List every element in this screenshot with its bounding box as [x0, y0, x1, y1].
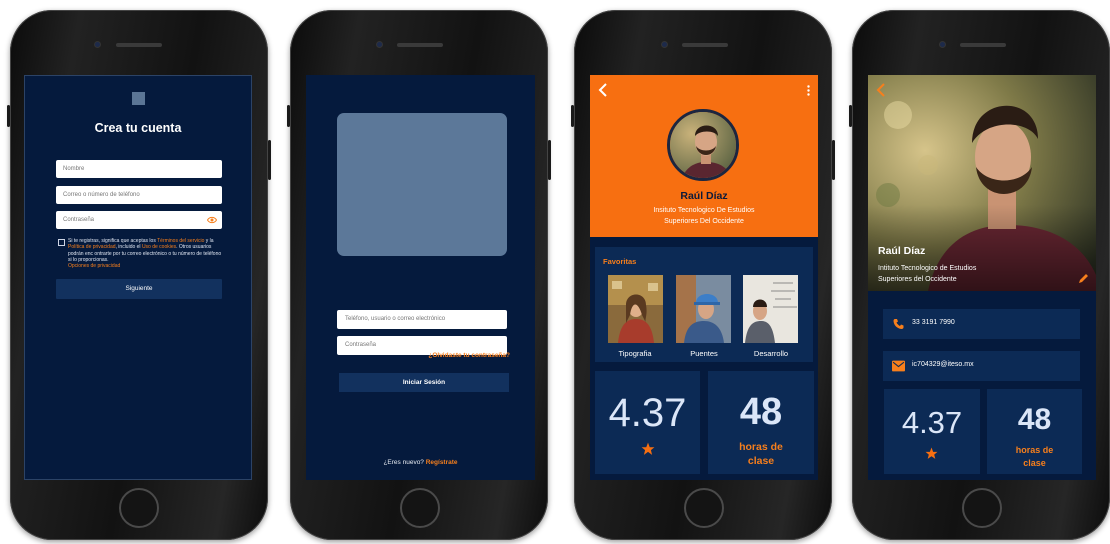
- favorite-label-puentes: Puentes: [690, 349, 718, 358]
- terms-text-3: , incluido el: [115, 244, 142, 251]
- profile-header: Raúl Díaz Insituto Tecnologico De Estudi…: [590, 75, 818, 237]
- mail-icon: [892, 360, 905, 372]
- more-options-icon[interactable]: [807, 85, 810, 96]
- profile-screen: Raúl Díaz Insituto Tecnologico De Estudi…: [590, 75, 818, 480]
- favorite-image-desarrollo[interactable]: [743, 275, 798, 343]
- hours-value: 48: [1017, 403, 1052, 436]
- new-user-text: ¿Eres nuevo?: [383, 459, 426, 466]
- favorites-title: Favoritas: [603, 257, 637, 266]
- user-input[interactable]: Teléfono, usuario o correo electrónico: [337, 310, 507, 329]
- front-camera: [94, 41, 101, 48]
- phone-number: 33 3191 7990: [912, 319, 955, 326]
- pencil-icon[interactable]: [1078, 272, 1090, 284]
- speaker-grille: [682, 43, 728, 47]
- front-camera: [939, 41, 946, 48]
- page-title: Crea tu cuenta: [94, 121, 182, 135]
- cookies-link[interactable]: Uso de cookies: [142, 244, 176, 250]
- privacy-options-link[interactable]: Opciones de privacidad: [68, 263, 120, 269]
- institute-line-2: Superiores del Occidente: [878, 275, 957, 283]
- login-screen: Teléfono, usuario o correo electrónico C…: [306, 75, 535, 480]
- rating-value: 4.37: [608, 391, 687, 435]
- login-button[interactable]: Iniciar Sesión: [339, 373, 509, 392]
- back-arrow-icon[interactable]: [598, 83, 608, 97]
- contact-input[interactable]: Correo o número de teléfono: [56, 186, 222, 204]
- phone-icon: [893, 319, 904, 329]
- hours-label: horas de clase: [987, 444, 1082, 470]
- hours-value: 48: [739, 391, 783, 433]
- image-placeholder: [337, 113, 507, 256]
- favorite-image-tipografia[interactable]: [608, 275, 663, 343]
- back-arrow-icon[interactable]: [876, 83, 886, 97]
- hours-label-line-2: clase: [1023, 458, 1046, 468]
- favorite-label-tipografia: Tipografia: [618, 349, 652, 358]
- home-button[interactable]: [684, 488, 724, 528]
- phone-profile-detail: Raúl Díaz Intituto Tecnologico de Estudi…: [849, 10, 1110, 540]
- password-placeholder: Contraseña: [63, 217, 95, 223]
- register-link[interactable]: Regístrate: [426, 459, 458, 466]
- institute-line-1: Intituto Tecnologico de Estudios: [878, 265, 977, 272]
- email-contact-card[interactable]: ic704329@iteso.mx: [883, 351, 1080, 381]
- email-address: ic704329@iteso.mx: [912, 361, 974, 368]
- hours-label-line-1: horas de: [1015, 445, 1054, 455]
- privacy-policy-link[interactable]: Política de privacidad: [68, 244, 116, 250]
- terms-checkbox[interactable]: [58, 239, 65, 246]
- phone-login: Teléfono, usuario o correo electrónico C…: [287, 10, 551, 540]
- speaker-grille: [960, 43, 1006, 47]
- hours-label: horas de clase: [708, 440, 814, 468]
- detail-screen: Raúl Díaz Intituto Tecnologico de Estudi…: [868, 75, 1096, 480]
- phone-register: Crea tu cuenta Nombre Correo o número de…: [7, 10, 271, 540]
- password-placeholder: Contraseña: [345, 342, 377, 348]
- next-button[interactable]: Siguiente: [56, 279, 222, 299]
- forgot-password-link[interactable]: ¿Olvidaste tu contraseña?: [428, 352, 510, 359]
- profile-avatar: [667, 109, 739, 181]
- profile-name: Raúl Díaz: [680, 190, 728, 202]
- app-logo: [132, 92, 145, 105]
- rating-card: 4.37: [884, 389, 980, 474]
- home-button[interactable]: [119, 488, 159, 528]
- name-placeholder: Nombre: [63, 166, 85, 172]
- hours-label-line-2: clase: [747, 455, 775, 467]
- home-button[interactable]: [962, 488, 1002, 528]
- terms-text-1: Si te registras, significa que aceptas l…: [68, 238, 158, 244]
- speaker-grille: [116, 43, 162, 47]
- hours-card: 48 horas de clase: [708, 371, 814, 474]
- home-button[interactable]: [400, 488, 440, 528]
- profile-name: Raúl Díaz: [878, 245, 926, 257]
- hours-card: 48 horas de clase: [987, 389, 1082, 474]
- favorites-panel: Favoritas Tipografia Puentes Desarrollo: [595, 247, 813, 362]
- front-camera: [661, 41, 668, 48]
- phone-profile: Raúl Díaz Insituto Tecnologico De Estudi…: [571, 10, 835, 540]
- eye-icon[interactable]: [207, 215, 217, 225]
- favorite-image-puentes[interactable]: [676, 275, 731, 343]
- register-screen: Crea tu cuenta Nombre Correo o número de…: [24, 75, 252, 480]
- favorite-label-desarrollo: Desarrollo: [753, 349, 789, 358]
- profile-institute: Insituto Tecnologico De Estudios Superio…: [590, 206, 818, 227]
- user-placeholder: Teléfono, usuario o correo electrónico: [345, 316, 446, 322]
- rating-value: 4.37: [901, 405, 963, 440]
- contact-placeholder: Correo o número de teléfono: [63, 192, 140, 198]
- terms-text: Si te registras, significa que aceptas l…: [68, 238, 224, 269]
- password-input[interactable]: Contraseña: [56, 211, 222, 229]
- rating-card: 4.37: [595, 371, 700, 474]
- star-icon: [925, 447, 938, 459]
- profile-cover-photo: Raúl Díaz Intituto Tecnologico de Estudi…: [868, 75, 1096, 291]
- institute-line-1: Insituto Tecnologico De Estudios: [653, 207, 755, 214]
- hours-label-line-1: horas de: [739, 441, 783, 453]
- terms-of-service-link[interactable]: Términos del servicio: [157, 238, 204, 244]
- name-input[interactable]: Nombre: [56, 160, 222, 178]
- front-camera: [376, 41, 383, 48]
- institute-line-2: Superiores Del Occidente: [664, 217, 744, 225]
- register-prompt: ¿Eres nuevo? Regístrate: [306, 459, 535, 466]
- profile-institute: Intituto Tecnologico de Estudios Superio…: [878, 264, 976, 285]
- star-icon: [641, 442, 654, 455]
- speaker-grille: [397, 43, 443, 47]
- terms-text-2: y la: [204, 238, 214, 244]
- phone-contact-card[interactable]: 33 3191 7990: [883, 309, 1080, 339]
